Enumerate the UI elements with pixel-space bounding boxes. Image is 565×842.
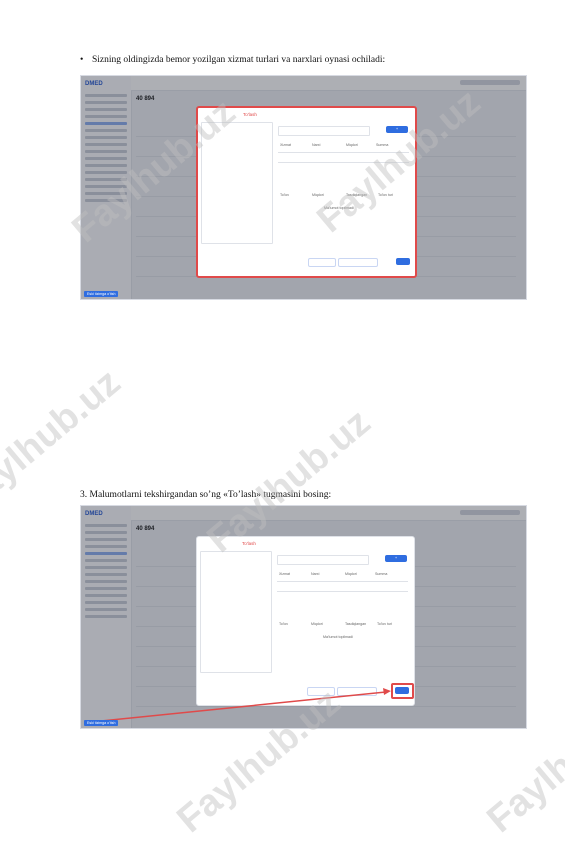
secondary-button[interactable] [338,258,378,267]
step-caption-text: Sizning oldingizda bemor yozilgan xizmat… [92,55,386,65]
service-search-input[interactable] [278,126,370,136]
old-system-link[interactable]: Eski tizimga o'tish [84,720,119,726]
tab-payment[interactable]: To'lash [243,112,257,117]
arrow-head [383,688,391,695]
old-system-link[interactable]: Eski tizimga o'tish [84,291,119,297]
payment-col-payment: To'lov [280,193,290,197]
secondary-button[interactable] [308,258,336,267]
services-col-qty: Miqdori [346,143,358,147]
services-col-price: Narxi [312,143,321,147]
step-caption: • Sizning oldingizda bemor yozilgan xizma… [80,55,385,65]
bullet: • [80,55,84,65]
services-col-service: Xizmat [280,143,291,147]
pay-button[interactable] [396,258,410,265]
